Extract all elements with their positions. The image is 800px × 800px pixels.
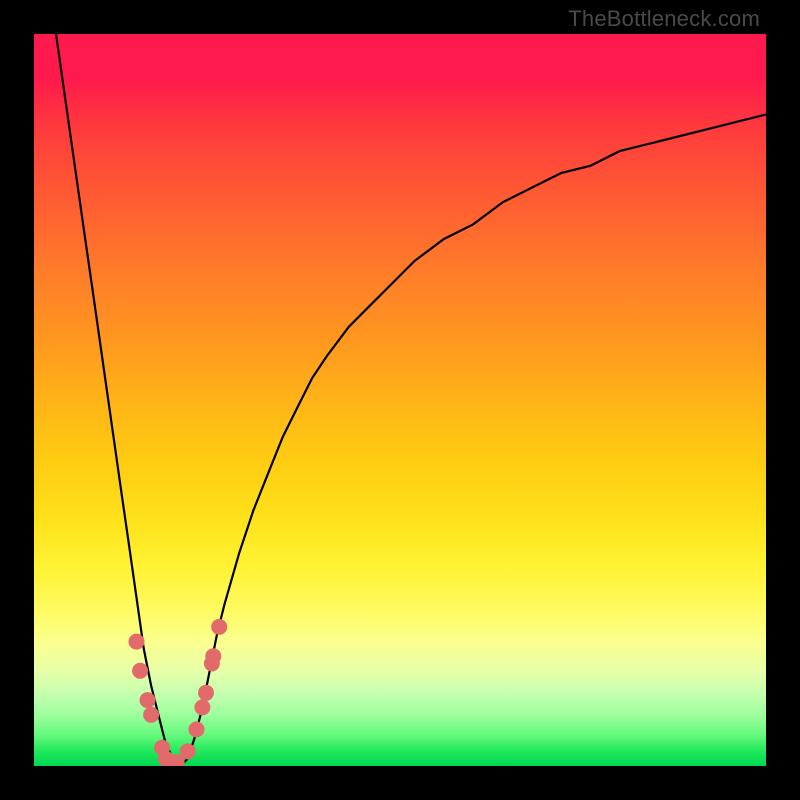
curve-marker bbox=[143, 707, 159, 723]
curve-marker bbox=[180, 743, 196, 759]
curve-marker bbox=[140, 692, 156, 708]
plot-area bbox=[34, 34, 766, 766]
curve-marker bbox=[211, 619, 227, 635]
curve-marker bbox=[189, 721, 205, 737]
bottleneck-curve-layer bbox=[34, 34, 766, 766]
curve-marker bbox=[205, 648, 221, 664]
curve-marker bbox=[194, 699, 210, 715]
curve-marker bbox=[129, 634, 145, 650]
chart-frame: TheBottleneck.com bbox=[0, 0, 800, 800]
bottleneck-curve bbox=[56, 34, 766, 766]
watermark-text: TheBottleneck.com bbox=[568, 6, 760, 32]
curve-marker bbox=[198, 685, 214, 701]
curve-markers bbox=[129, 619, 228, 766]
curve-marker bbox=[132, 663, 148, 679]
